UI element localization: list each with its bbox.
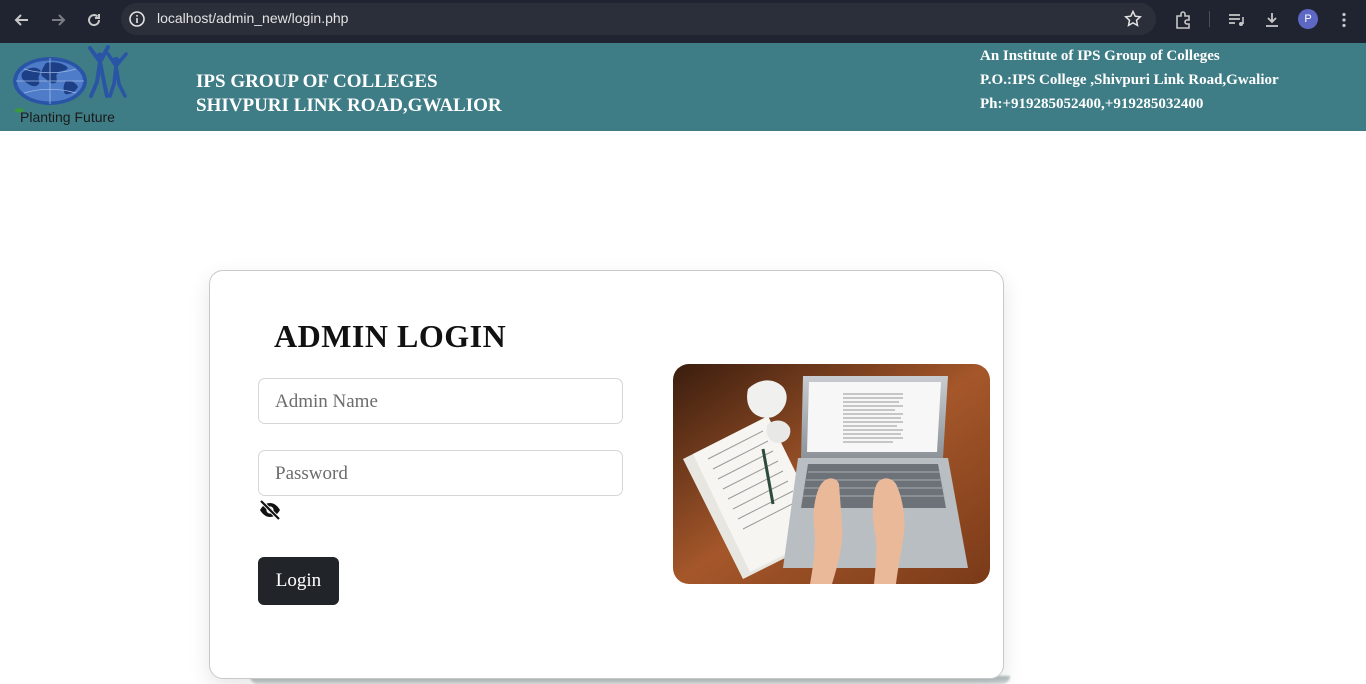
institute-info: An Institute of IPS Group of Colleges P.…: [980, 44, 1279, 116]
college-name: IPS GROUP OF COLLEGES SHIVPURI LINK ROAD…: [196, 70, 502, 118]
college-name-line2: SHIVPURI LINK ROAD,GWALIOR: [196, 95, 502, 116]
extensions-icon[interactable]: [1172, 9, 1194, 31]
admin-name-placeholder: Admin Name: [275, 391, 378, 412]
url-text[interactable]: localhost/admin_new/login.php: [157, 10, 348, 26]
college-logo[interactable]: Planting Future: [8, 45, 134, 127]
profile-avatar[interactable]: P: [1298, 9, 1318, 29]
download-icon[interactable]: [1261, 9, 1283, 31]
menu-icon[interactable]: [1333, 9, 1355, 31]
address-line: P.O.:IPS College ,Shivpuri Link Road,Gwa…: [980, 72, 1279, 88]
media-icon[interactable]: [1225, 9, 1247, 31]
login-button[interactable]: Login: [258, 557, 339, 605]
back-icon[interactable]: [8, 8, 36, 32]
password-input[interactable]: Password: [258, 450, 623, 496]
eye-slash-icon[interactable]: [258, 499, 282, 521]
browser-toolbar: localhost/admin_new/login.php P: [0, 0, 1366, 43]
address-bar[interactable]: localhost/admin_new/login.php: [121, 3, 1156, 35]
laptop-photo: [673, 364, 990, 584]
info-icon[interactable]: [128, 10, 146, 28]
password-placeholder: Password: [275, 463, 348, 484]
phone-line: Ph:+919285052400,+919285032400: [980, 96, 1204, 112]
login-title: ADMIN LOGIN: [274, 318, 507, 354]
site-header: Planting Future IPS GROUP OF COLLEGES SH…: [0, 43, 1366, 131]
forward-icon[interactable]: [44, 8, 72, 32]
admin-name-input[interactable]: Admin Name: [258, 378, 623, 424]
toolbar-separator: [1209, 11, 1210, 27]
logo-tagline: Planting Future: [20, 109, 115, 125]
reload-icon[interactable]: [80, 8, 108, 32]
institute-line: An Institute of IPS Group of Colleges: [980, 48, 1220, 64]
star-icon[interactable]: [1123, 9, 1143, 32]
college-name-line1: IPS GROUP OF COLLEGES: [196, 71, 438, 92]
